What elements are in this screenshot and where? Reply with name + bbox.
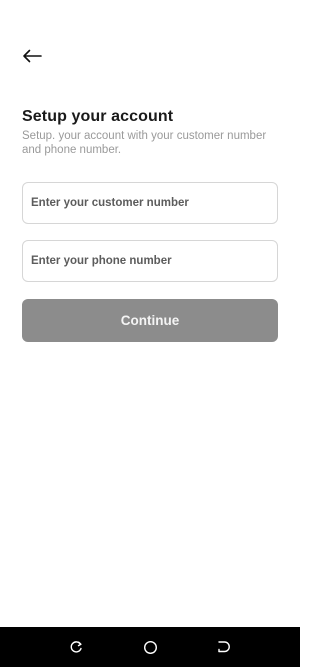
- setup-account-screen: Setup your account Setup. your account w…: [0, 0, 300, 667]
- page-subtitle: Setup. your account with your customer n…: [22, 130, 267, 156]
- phone-number-field[interactable]: [22, 240, 278, 282]
- home-icon: [143, 640, 157, 654]
- arrow-left-icon: [23, 49, 42, 63]
- system-back-button[interactable]: [215, 639, 231, 655]
- system-back-icon: [218, 641, 230, 653]
- page-title: Setup your account: [22, 108, 174, 125]
- system-navigation-bar: [0, 627, 300, 667]
- phone-number-input[interactable]: [31, 255, 277, 267]
- customer-number-field[interactable]: [22, 182, 278, 224]
- recent-apps-icon: [70, 641, 82, 653]
- recent-apps-button[interactable]: [68, 639, 84, 655]
- home-button[interactable]: [142, 639, 158, 655]
- continue-button[interactable]: Continue: [22, 299, 278, 342]
- back-button[interactable]: [18, 44, 46, 68]
- customer-number-input[interactable]: [31, 197, 277, 209]
